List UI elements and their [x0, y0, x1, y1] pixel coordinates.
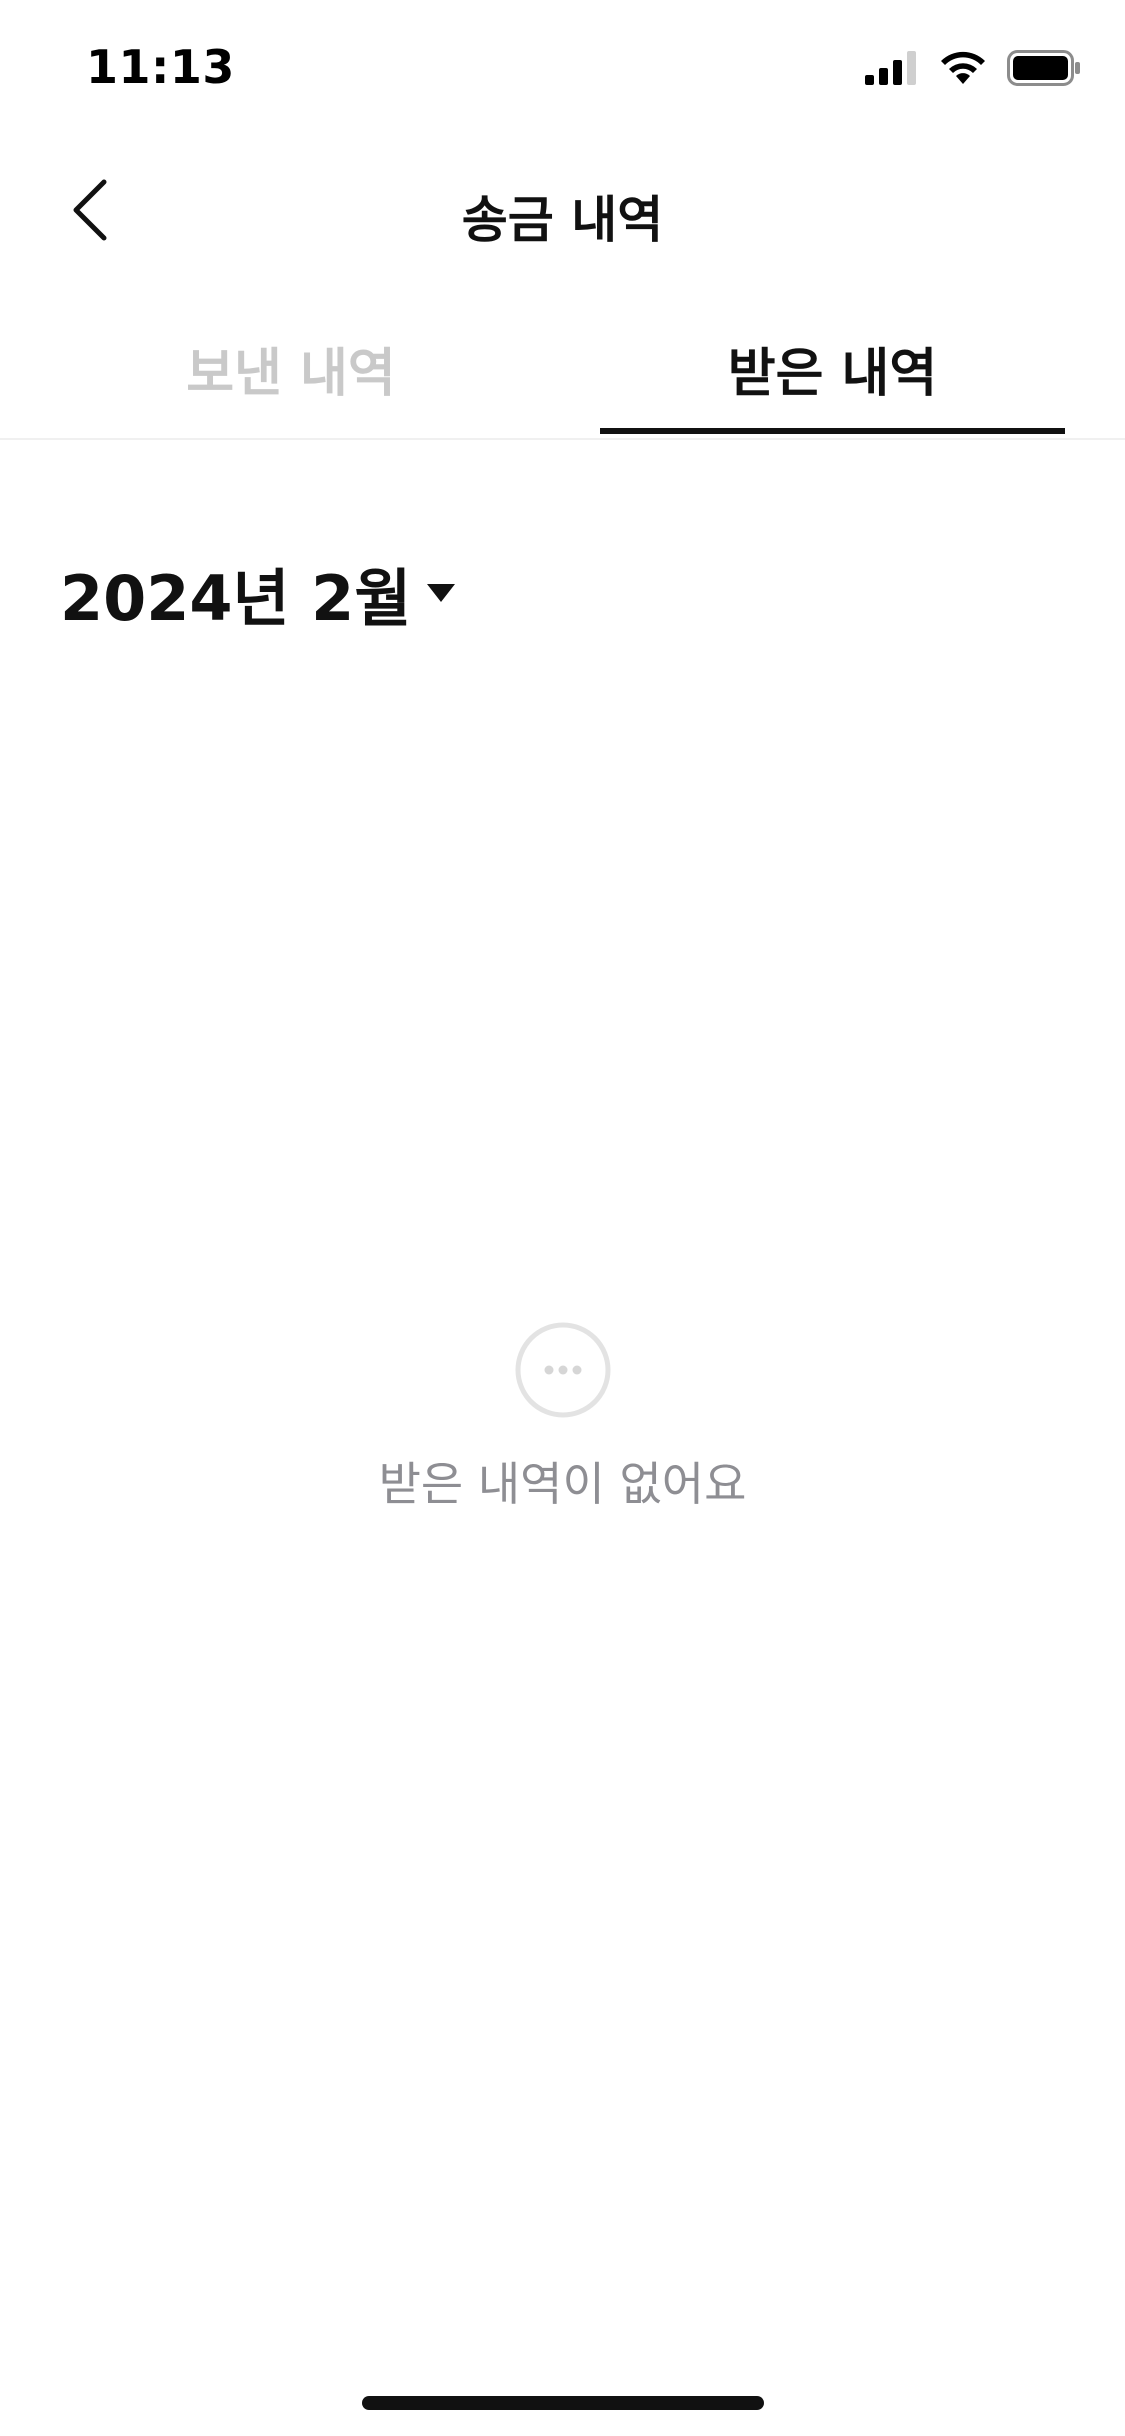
cellular-signal-icon — [865, 51, 916, 85]
status-bar: 11:13 — [0, 0, 1125, 140]
battery-icon — [1007, 50, 1080, 86]
home-indicator[interactable] — [362, 2396, 764, 2410]
tab-bar: 보낸 내역 받은 내역 — [0, 300, 1125, 440]
empty-state: 받은 내역이 없어요 — [0, 1322, 1125, 1514]
tab-received[interactable]: 받은 내역 — [600, 300, 1065, 436]
navigation-header: 송금 내역 — [0, 140, 1125, 280]
tab-active-indicator — [600, 428, 1065, 434]
month-selector[interactable]: 2024년 2월 — [60, 548, 457, 638]
wifi-icon — [941, 51, 985, 84]
caret-down-icon — [427, 584, 456, 602]
status-time: 11:13 — [86, 40, 235, 94]
empty-state-message: 받은 내역이 없어요 — [378, 1457, 747, 1511]
month-label: 2024년 2월 — [60, 562, 412, 635]
tab-sent[interactable]: 보낸 내역 — [40, 300, 542, 436]
status-icons — [865, 50, 1081, 86]
ellipsis-circle-icon — [515, 1322, 610, 1418]
page-title: 송금 내역 — [461, 191, 664, 249]
